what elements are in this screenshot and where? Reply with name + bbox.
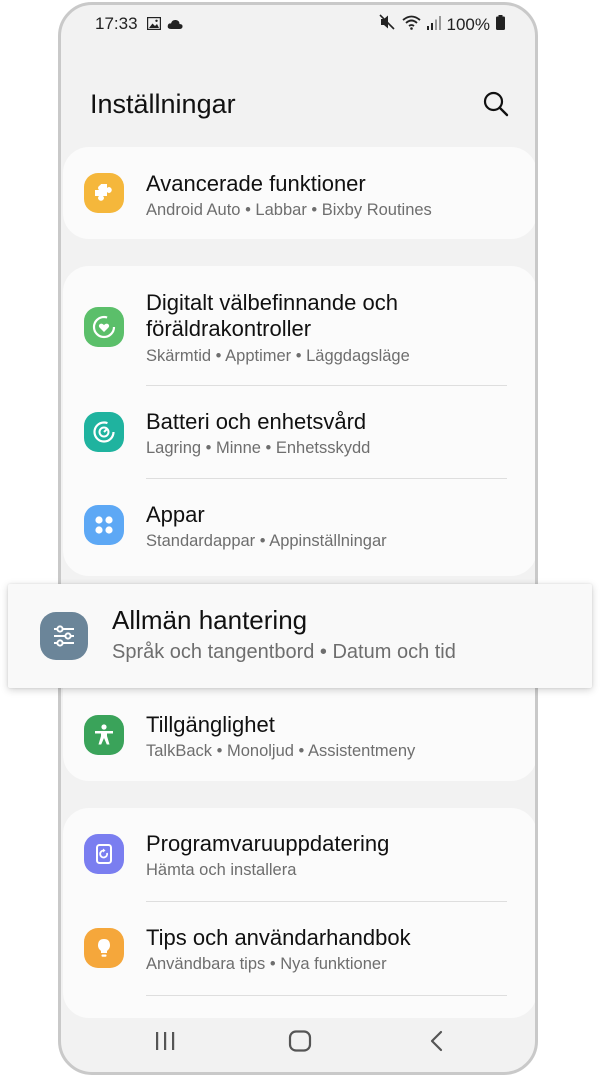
accessibility-icon — [84, 715, 124, 755]
status-bar: 17:33 100% — [61, 5, 535, 45]
settings-item-software-update[interactable]: Programvaruuppdatering Hämta och install… — [63, 808, 535, 900]
wellbeing-icon — [84, 307, 124, 347]
settings-item-advanced-features[interactable]: Avancerade funktioner Android Auto • Lab… — [63, 147, 535, 239]
recents-button[interactable] — [149, 1026, 181, 1056]
item-title-line2: föräldrakontroller — [146, 316, 312, 341]
item-subtitle: Lagring • Minne • Enhetsskydd — [146, 439, 371, 457]
item-title: Appar — [146, 502, 205, 527]
sliders-icon — [40, 612, 88, 660]
item-title: Tillgänglighet — [146, 712, 275, 737]
cloud-icon — [167, 15, 183, 35]
signal-icon — [426, 15, 441, 35]
battery-icon — [496, 14, 505, 35]
settings-item-apps[interactable]: Appar Standardappar • Appinställningar — [63, 479, 535, 571]
lightbulb-icon — [84, 928, 124, 968]
settings-card-support: Programvaruuppdatering Hämta och install… — [63, 808, 535, 1018]
settings-item-tips-user-manual[interactable]: Tips och användarhandbok Användbara tips… — [63, 902, 535, 994]
mute-icon — [378, 14, 396, 35]
settings-card-device: Digitalt välbefinnande och föräldrakontr… — [63, 266, 535, 576]
gallery-icon — [146, 15, 162, 35]
home-icon — [288, 1030, 312, 1052]
item-subtitle: TalkBack • Monoljud • Assistentmeny — [146, 742, 416, 760]
software-update-icon — [84, 834, 124, 874]
item-subtitle: Hämta och installera — [146, 861, 297, 879]
wifi-icon — [401, 15, 421, 35]
search-button[interactable] — [481, 89, 511, 119]
status-time: 17:33 — [95, 14, 138, 33]
item-subtitle: Språk och tangentbord • Datum och tid — [112, 641, 456, 663]
item-subtitle: Android Auto • Labbar • Bixby Routines — [146, 201, 432, 219]
battery-percent: 100% — [446, 14, 490, 34]
search-icon — [483, 91, 509, 117]
navigation-bar — [61, 1012, 535, 1072]
divider — [146, 995, 507, 996]
home-button[interactable] — [284, 1026, 316, 1056]
device-care-icon — [84, 412, 124, 452]
item-title: Tips och användarhandbok — [146, 925, 411, 950]
settings-item-battery-device-care[interactable]: Batteri och enhetsvård Lagring • Minne •… — [63, 386, 535, 478]
settings-item-digital-wellbeing[interactable]: Digitalt välbefinnande och föräldrakontr… — [63, 266, 535, 384]
settings-item-accessibility[interactable]: Tillgänglighet TalkBack • Monoljud • Ass… — [63, 689, 535, 781]
puzzle-icon — [84, 173, 124, 213]
item-subtitle: Skärmtid • Apptimer • Läggdagsläge — [146, 347, 410, 365]
item-title: Allmän hantering — [112, 605, 308, 635]
item-title: Programvaruuppdatering — [146, 831, 390, 856]
item-subtitle: Standardappar • Appinställningar — [146, 532, 387, 550]
back-button[interactable] — [421, 1026, 453, 1056]
back-icon — [430, 1030, 443, 1052]
phone-frame: 17:33 100% Inställningar Avancerade funk… — [58, 2, 538, 1075]
item-title: Batteri och enhetsvård — [146, 409, 367, 434]
recents-icon — [156, 1032, 175, 1050]
item-subtitle: Användbara tips • Nya funktioner — [146, 955, 387, 973]
settings-card-advanced: Avancerade funktioner Android Auto • Lab… — [63, 147, 535, 239]
item-title-line1: Digitalt välbefinnande och — [146, 290, 398, 315]
settings-item-general-management[interactable]: Allmän hantering Språk och tangentbord •… — [8, 584, 592, 688]
page-title: Inställningar — [90, 89, 236, 119]
item-title: Avancerade funktioner — [146, 171, 366, 196]
apps-icon — [84, 505, 124, 545]
